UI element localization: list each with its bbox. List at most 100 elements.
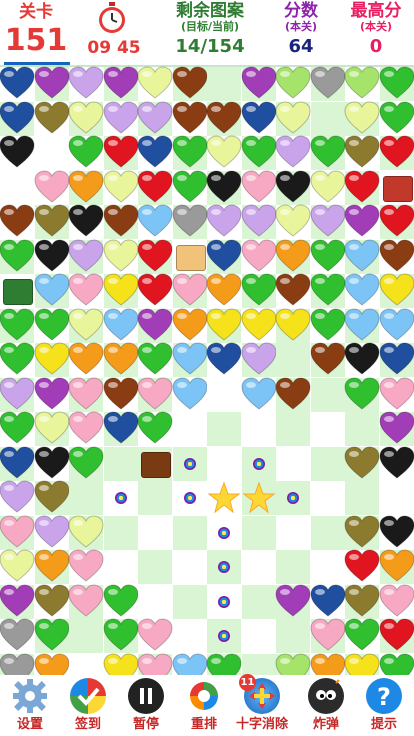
board-cell[interactable]	[310, 101, 345, 136]
board-cell[interactable]	[172, 412, 207, 446]
board-cell[interactable]	[275, 376, 311, 412]
board-cell[interactable]	[0, 514, 35, 550]
board-cell[interactable]	[241, 584, 276, 619]
board-cell[interactable]	[241, 481, 276, 515]
board-cell[interactable]	[344, 66, 380, 101]
board-cell[interactable]	[378, 342, 414, 377]
reshuffle-button[interactable]: 重排	[175, 675, 233, 736]
board-cell[interactable]	[275, 307, 311, 343]
board-cell[interactable]	[68, 238, 104, 274]
pause-button[interactable]: 暂停	[117, 675, 175, 736]
board-cell[interactable]	[276, 343, 310, 377]
board-cell[interactable]	[240, 169, 277, 205]
board-cell[interactable]	[378, 307, 414, 343]
board-cell[interactable]	[102, 411, 139, 446]
board-cell[interactable]	[137, 135, 173, 170]
board-cell[interactable]	[68, 445, 104, 481]
board-cell[interactable]	[102, 342, 139, 377]
board-cell[interactable]	[0, 549, 35, 584]
board-cell[interactable]	[345, 481, 379, 515]
board-cell[interactable]	[138, 584, 172, 619]
board-cell[interactable]	[240, 376, 277, 412]
board-cell[interactable]	[207, 446, 241, 481]
board-cell[interactable]	[310, 481, 345, 515]
board-cell[interactable]	[102, 376, 139, 412]
board-cell[interactable]	[309, 204, 346, 239]
board-cell[interactable]	[33, 618, 70, 653]
board-cell[interactable]	[138, 446, 172, 481]
board-cell[interactable]	[378, 204, 414, 239]
board-cell[interactable]	[69, 481, 103, 515]
board-cell[interactable]	[0, 204, 35, 239]
board-cell[interactable]	[241, 550, 276, 584]
board-cell[interactable]	[171, 100, 208, 136]
board-cell[interactable]	[102, 618, 139, 653]
board-cell[interactable]	[137, 618, 173, 653]
board-cell[interactable]	[310, 446, 345, 481]
board-cell[interactable]	[344, 204, 380, 239]
board-cell[interactable]	[68, 135, 104, 170]
board-cell[interactable]	[172, 515, 207, 550]
board-cell[interactable]	[171, 307, 208, 343]
board-cell[interactable]	[138, 481, 172, 515]
board-cell[interactable]	[103, 515, 138, 550]
settings-button[interactable]: 设置	[1, 675, 59, 736]
board-cell[interactable]	[33, 273, 70, 308]
board-cell[interactable]	[33, 204, 70, 239]
board-cell[interactable]	[344, 238, 380, 274]
board-cell[interactable]	[309, 273, 346, 308]
board-cell[interactable]	[137, 100, 173, 136]
board-cell[interactable]	[276, 481, 310, 515]
board-cell[interactable]	[345, 412, 379, 446]
board-cell[interactable]	[68, 169, 104, 205]
board-cell[interactable]	[68, 376, 104, 412]
board-cell[interactable]	[378, 514, 414, 550]
board-cell[interactable]	[344, 273, 380, 308]
board-cell[interactable]	[102, 273, 139, 308]
board-cell[interactable]	[0, 480, 35, 515]
board-cell[interactable]	[241, 412, 276, 446]
board-cell[interactable]	[103, 446, 138, 481]
board-cell[interactable]	[206, 342, 242, 377]
board-cell[interactable]	[171, 66, 208, 101]
checkin-button[interactable]: 签到	[59, 675, 117, 736]
board-cell[interactable]	[378, 445, 414, 481]
board-cell[interactable]	[0, 376, 35, 412]
board-cell[interactable]	[275, 169, 311, 205]
board-cell[interactable]	[240, 273, 277, 308]
board-cell[interactable]	[68, 514, 104, 550]
board-cell[interactable]	[137, 307, 173, 343]
board-cell[interactable]	[240, 342, 277, 377]
board-cell[interactable]	[207, 584, 241, 619]
board-cell[interactable]	[276, 446, 310, 481]
board-cell[interactable]	[33, 100, 70, 136]
board-cell[interactable]	[378, 376, 414, 412]
board-cell[interactable]	[240, 100, 277, 136]
cross-clear-button[interactable]: 11 十字消除	[233, 674, 291, 736]
board-cell[interactable]	[103, 481, 138, 515]
board-cell[interactable]	[240, 204, 277, 239]
board-cell[interactable]	[172, 619, 207, 653]
board-cell[interactable]	[0, 583, 35, 619]
board-cell[interactable]	[138, 550, 172, 584]
board-cell[interactable]	[275, 135, 311, 170]
board-cell[interactable]	[171, 204, 208, 239]
board-cell[interactable]	[344, 549, 380, 584]
board-cell[interactable]	[241, 515, 276, 550]
board-cell[interactable]	[344, 169, 380, 205]
board-cell[interactable]	[378, 273, 414, 308]
board-cell[interactable]	[0, 100, 35, 136]
board-cell[interactable]	[344, 135, 380, 170]
board-cell[interactable]	[0, 307, 35, 343]
board-cell[interactable]	[207, 377, 241, 412]
board-cell[interactable]	[206, 273, 242, 308]
board-cell[interactable]	[344, 342, 380, 377]
board-cell[interactable]	[310, 515, 345, 550]
board-cell[interactable]	[33, 480, 70, 515]
board-cell[interactable]	[276, 550, 310, 584]
board-cell[interactable]	[309, 135, 346, 170]
board-cell[interactable]	[171, 135, 208, 170]
board-cell[interactable]	[207, 481, 241, 515]
board-cell[interactable]	[0, 135, 35, 170]
board-cell[interactable]	[378, 238, 414, 274]
